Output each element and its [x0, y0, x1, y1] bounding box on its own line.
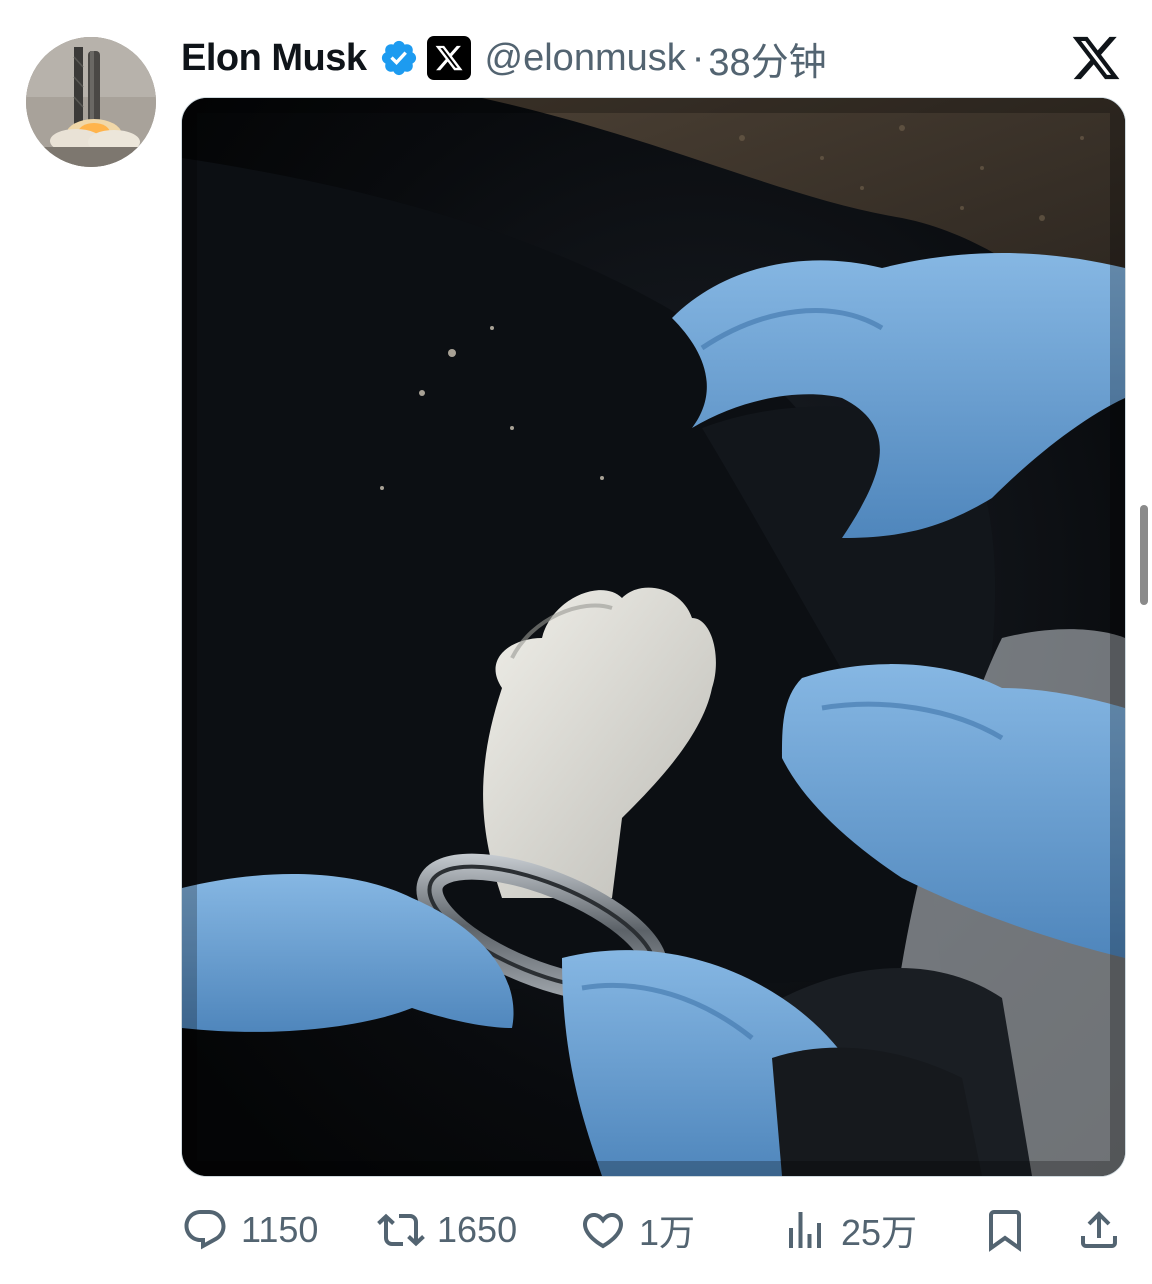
share-icon [1075, 1206, 1123, 1254]
reply-button[interactable]: 1150 [181, 1198, 318, 1262]
reply-icon [181, 1206, 229, 1254]
tweet: Elon Musk @elonmusk · 38分钟 1150 1650 1万 … [0, 0, 1152, 1284]
bookmark-button[interactable] [981, 1198, 1029, 1262]
photo-gloved-hands-handcuffs [182, 98, 1125, 1176]
like-count: 1万 [639, 1212, 696, 1253]
rocket-launch-image [26, 37, 156, 167]
x-affiliate-badge-icon[interactable] [426, 36, 471, 80]
post-time[interactable]: 38分钟 [708, 31, 826, 86]
heart-icon [579, 1206, 627, 1254]
action-bar: 1150 1650 1万 25万 [181, 1198, 1141, 1262]
retweet-button[interactable]: 1650 [377, 1198, 517, 1262]
views-count: 25万 [841, 1212, 918, 1253]
author-handle[interactable]: @elonmusk [485, 37, 686, 80]
views-button[interactable]: 25万 [781, 1198, 917, 1262]
bookmark-icon [981, 1206, 1029, 1254]
tweet-header: Elon Musk @elonmusk · 38分钟 [181, 30, 827, 86]
retweet-icon [377, 1206, 425, 1254]
reply-count: 1150 [241, 1209, 319, 1250]
tweet-photo[interactable] [181, 97, 1126, 1177]
verified-badge-icon[interactable] [379, 38, 419, 78]
share-button[interactable] [1075, 1198, 1123, 1262]
views-chart-icon [781, 1206, 829, 1254]
avatar[interactable] [26, 37, 156, 167]
author-name[interactable]: Elon Musk [181, 37, 367, 80]
x-logo-icon[interactable] [1070, 32, 1122, 84]
separator-dot: · [691, 36, 705, 79]
retweet-count: 1650 [437, 1209, 518, 1250]
like-button[interactable]: 1万 [579, 1198, 695, 1262]
scrollbar[interactable] [1140, 505, 1148, 605]
